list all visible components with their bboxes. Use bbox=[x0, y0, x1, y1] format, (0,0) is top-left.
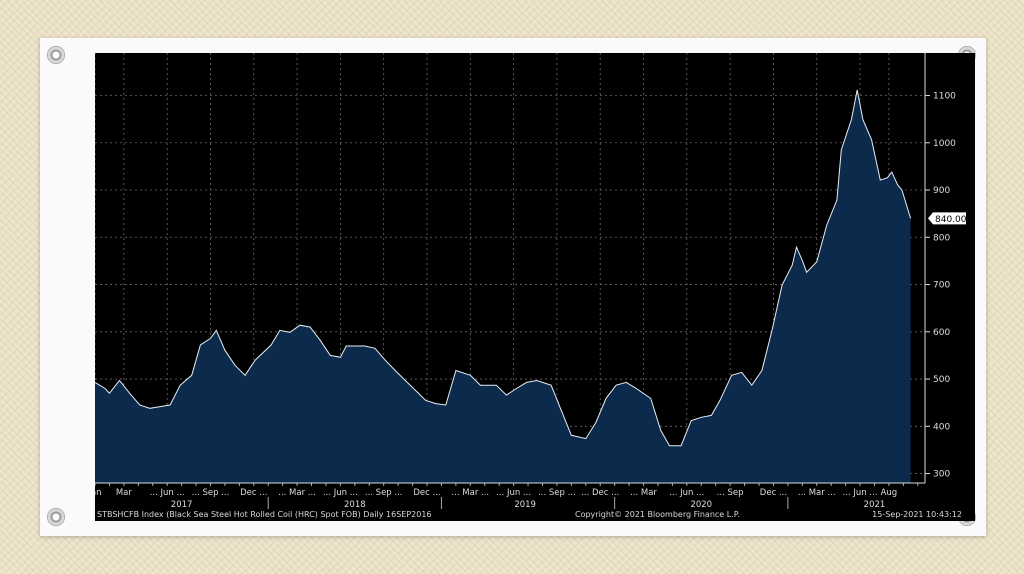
pin-icon bbox=[47, 508, 65, 526]
y-tick-label: 300 bbox=[933, 470, 950, 480]
x-tick-label: ... Jun ... bbox=[843, 488, 878, 498]
y-tick-label: 800 bbox=[933, 233, 950, 243]
y-tick-label: 500 bbox=[933, 375, 950, 385]
x-tick-label: Aug bbox=[881, 488, 898, 498]
x-tick-label: ... Jun ... bbox=[669, 488, 704, 498]
x-tick-label: ... Sep ... bbox=[365, 488, 403, 498]
x-tick-label: ... Sep ... bbox=[538, 488, 576, 498]
x-tick-label: ... Jun ... bbox=[150, 488, 185, 498]
x-tick-label: Dec ... bbox=[760, 488, 787, 498]
x-tick-label: ... Mar bbox=[630, 488, 657, 498]
year-label: 2019 bbox=[514, 500, 536, 510]
y-tick-label: 1000 bbox=[933, 139, 956, 149]
x-tick-label: ... Jun ... bbox=[496, 488, 531, 498]
y-tick-label: 900 bbox=[933, 186, 950, 196]
x-tick-label: ... Jun ... bbox=[323, 488, 358, 498]
year-label: 2017 bbox=[171, 500, 193, 510]
x-tick-label: Jan bbox=[95, 488, 102, 498]
x-tick-label: Mar bbox=[116, 488, 133, 498]
x-tick-label: ... Dec ... bbox=[581, 488, 619, 498]
footer-copyright: Copyright© 2021 Bloomberg Finance L.P. bbox=[575, 510, 740, 519]
pin-icon bbox=[47, 46, 65, 64]
x-tick-label: ... Mar ... bbox=[451, 488, 489, 498]
footer-timestamp: 15-Sep-2021 10:43:12 bbox=[872, 510, 962, 519]
year-label: 2018 bbox=[344, 500, 366, 510]
last-value-label: 840.00 bbox=[935, 215, 967, 225]
x-tick-label: ... Sep bbox=[717, 488, 744, 498]
x-tick-label: Dec ... bbox=[413, 488, 440, 498]
y-tick-label: 600 bbox=[933, 328, 950, 338]
y-tick-label: 700 bbox=[933, 281, 950, 291]
y-tick-label: 1100 bbox=[933, 92, 956, 102]
year-label: 2021 bbox=[864, 500, 886, 510]
y-tick-label: 400 bbox=[933, 422, 950, 432]
year-label: 2020 bbox=[690, 500, 712, 510]
x-tick-label: Dec ... bbox=[240, 488, 267, 498]
x-tick-label: ... Mar ... bbox=[798, 488, 836, 498]
footer-title: STBSHCFB Index (Black Sea Steel Hot Roll… bbox=[97, 510, 432, 519]
x-tick-label: ... Sep ... bbox=[192, 488, 230, 498]
bloomberg-chart: 300 400 500 600 700 800 900 1000 1100 Jan Mar ... J… bbox=[95, 53, 975, 521]
x-tick-label: ... Mar ... bbox=[278, 488, 316, 498]
